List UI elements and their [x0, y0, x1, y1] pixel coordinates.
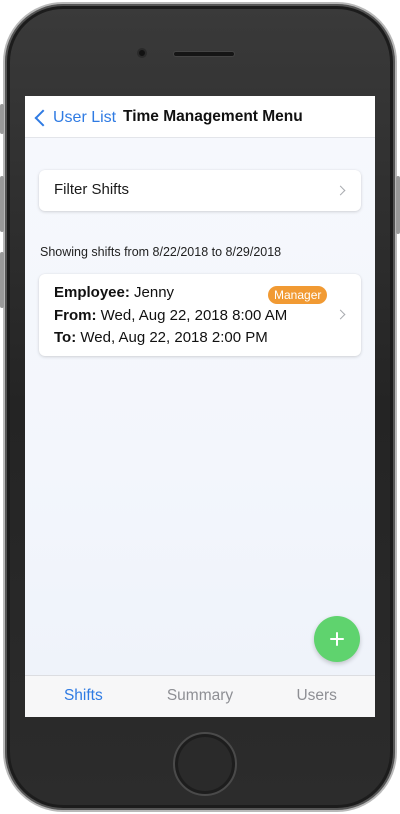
to-value: Wed, Aug 22, 2018 2:00 PM	[80, 329, 268, 346]
front-camera	[137, 48, 147, 58]
chevron-right-icon	[335, 185, 346, 196]
tab-bar: Shifts Summary Users	[25, 675, 375, 717]
from-value: Wed, Aug 22, 2018 8:00 AM	[100, 307, 288, 324]
app-screen: User List Time Management Menu Filter Sh…	[25, 96, 375, 717]
filter-shifts-row[interactable]: Filter Shifts	[39, 170, 361, 211]
to-label: To:	[54, 329, 77, 346]
tab-users[interactable]: Users	[258, 676, 375, 717]
chevron-right-icon	[335, 309, 346, 320]
volume-down-button	[0, 252, 4, 308]
date-range-text: Showing shifts from 8/22/2018 to 8/29/20…	[40, 245, 282, 259]
tab-shifts[interactable]: Shifts	[25, 676, 142, 717]
home-button[interactable]	[173, 732, 237, 796]
role-badge: Manager	[268, 286, 328, 304]
tab-summary[interactable]: Summary	[142, 676, 259, 717]
volume-up-button	[0, 176, 4, 232]
back-button-label: User List	[53, 109, 117, 126]
silent-switch	[0, 104, 4, 134]
shift-to-line: To: Wed, Aug 22, 2018 2:00 PM	[54, 329, 268, 346]
employee-label: Employee:	[54, 284, 130, 301]
shift-card[interactable]: Employee: Jenny Manager From: Wed, Aug 2…	[39, 274, 361, 356]
filter-shifts-label: Filter Shifts	[54, 181, 130, 198]
add-shift-button[interactable]	[314, 616, 360, 662]
from-label: From:	[54, 307, 97, 324]
navigation-bar: User List Time Management Menu	[25, 96, 375, 138]
chevron-left-icon	[34, 109, 52, 127]
shift-employee-line: Employee: Jenny	[54, 284, 174, 301]
page-title: Time Management Menu	[123, 108, 303, 125]
shift-from-line: From: Wed, Aug 22, 2018 8:00 AM	[54, 307, 287, 324]
employee-name: Jenny	[134, 284, 175, 301]
back-button[interactable]: User List	[32, 107, 116, 129]
power-button	[396, 176, 400, 234]
earpiece-speaker	[173, 51, 235, 57]
